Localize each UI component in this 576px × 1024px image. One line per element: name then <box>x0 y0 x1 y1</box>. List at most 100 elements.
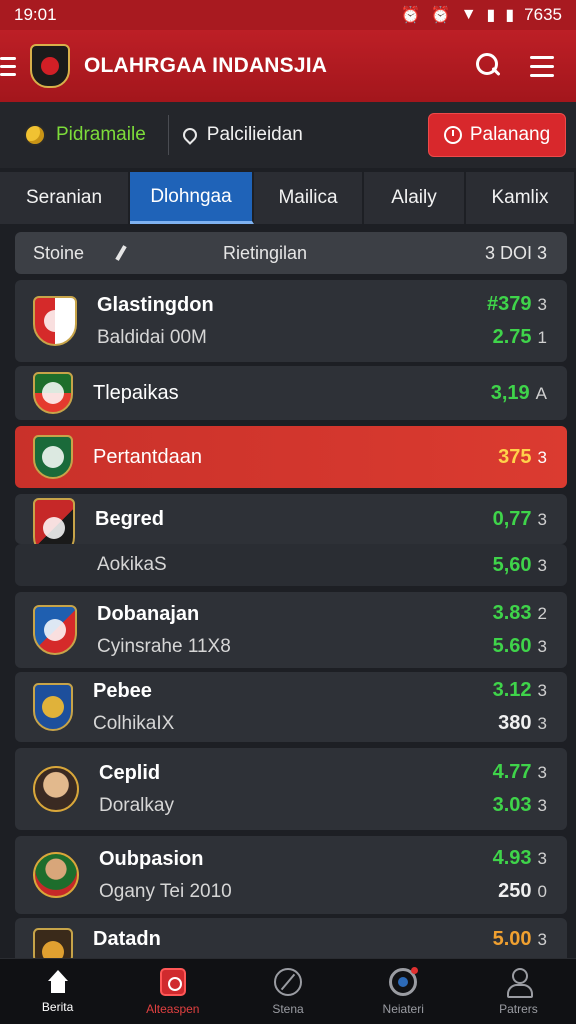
live-filter-label: Pidramaile <box>56 124 146 145</box>
team-subtitle: ColhikaIX <box>93 712 175 734</box>
odds-value: 4.93 <box>492 847 532 869</box>
list-header-mid: Rietingilan <box>223 242 308 263</box>
divider <box>167 115 169 155</box>
team-crest-icon <box>33 372 73 414</box>
home-icon <box>45 969 71 994</box>
odds-suffix: 2 <box>537 604 547 623</box>
search-icon[interactable] <box>476 53 502 79</box>
status-right-text: 7635 <box>524 5 562 24</box>
nav-alteaspen[interactable]: Alteaspen <box>115 959 230 1024</box>
list-item[interactable]: Begred 0,77 3 <box>15 494 567 558</box>
odds-value: #379 <box>487 293 532 315</box>
tab-seranian[interactable]: Seranian <box>0 172 130 224</box>
nav-patrers[interactable]: Patrers <box>461 959 576 1024</box>
tab-kamlix[interactable]: Kamlix <box>466 172 576 224</box>
odds-value-secondary: 250 <box>498 880 532 902</box>
live-filter[interactable]: Pidramaile <box>24 124 146 146</box>
team-crest-icon <box>33 605 77 655</box>
list-item[interactable]: AokikaS 5,60 3 <box>15 544 567 586</box>
tab-label: Kamlix <box>491 187 549 208</box>
menu-icon[interactable] <box>0 30 26 102</box>
odds-suffix: 3 <box>537 637 547 656</box>
nav-label: Patrers <box>499 1001 538 1016</box>
list-header-right: 3 DOI 3 <box>484 242 547 263</box>
team-name: Begred <box>95 507 164 530</box>
odds-suffix: 1 <box>537 328 547 347</box>
odds-value: 3.83 <box>492 602 532 624</box>
team-crest-icon <box>33 296 77 346</box>
list-item[interactable]: Pebee ColhikaIX 3.12 3 380 3 <box>15 672 567 742</box>
nav-stena[interactable]: Stena <box>230 959 345 1024</box>
list-item[interactable]: Tlepaikas 3,19 A <box>15 366 567 420</box>
list-item[interactable]: Glastingdon Baldidai 00M #379 3 2.75 1 <box>15 280 567 362</box>
status-time: 19:01 <box>14 5 57 24</box>
location-filter[interactable]: Palcilieidan <box>179 124 428 146</box>
team-name: Ceplid <box>99 761 161 784</box>
team-name: Oubpasion <box>99 847 204 870</box>
tab-label: Dlohngaa <box>150 185 232 207</box>
nav-neiateri[interactable]: Neiateri <box>346 959 461 1024</box>
tab-label: Seranian <box>25 187 103 208</box>
list-item[interactable]: Dobanajan Cyinsrahe 11X8 3.83 2 5.60 3 <box>15 592 567 668</box>
odds-suffix: 3 <box>537 509 547 529</box>
cta-button-label: Palanang <box>469 124 551 145</box>
filter-row: Pidramaile Palcilieidan Palanang <box>0 102 576 168</box>
tab-label: Alaily <box>391 187 437 208</box>
odds-suffix: 3 <box>537 447 547 467</box>
tab-alaily[interactable]: Alaily <box>364 172 466 224</box>
app-bar: OLAHRGAA INDANSJIA <box>0 30 576 102</box>
odds-value-secondary: 380 <box>498 712 532 734</box>
menu-icon[interactable] <box>530 55 554 77</box>
team-subtitle: Baldidai 00M <box>97 326 207 348</box>
tab-mailica[interactable]: Mailica <box>254 172 364 224</box>
list-item[interactable]: Oubpasion Ogany Tei 2010 4.93 3 250 0 <box>15 836 567 914</box>
player-avatar <box>33 852 79 898</box>
list-item[interactable]: Ceplid Doralkay 4.77 3 3.03 3 <box>15 748 567 830</box>
target-icon <box>389 966 419 996</box>
alarm-icon: ⏰ <box>430 7 451 24</box>
ball-icon <box>24 124 46 146</box>
odds-suffix: 3 <box>537 763 547 782</box>
team-crest-icon <box>33 683 73 731</box>
bolt-icon <box>274 967 302 996</box>
list-item-highlighted[interactable]: Pertantdaan 375 3 <box>15 426 567 488</box>
nav-label: Neiateri <box>382 1001 424 1016</box>
odds-suffix: 3 <box>537 849 547 868</box>
team-name: Pebee <box>93 679 152 702</box>
status-icons: ⏰ ⏰ ▼ ▮ ▮ 7635 <box>401 5 562 25</box>
odds-suffix: 3 <box>537 930 547 949</box>
list-header: Stoine Rietingilan 3 DOI 3 <box>15 232 567 274</box>
team-name: Pertantdaan <box>93 445 202 468</box>
team-crest-icon <box>33 435 73 479</box>
nav-berita[interactable]: Berita <box>0 959 115 1024</box>
bottom-nav: Berita Alteaspen Stena Neiateri Patrers <box>0 958 576 1024</box>
app-title: OLAHRGAA INDANSJIA <box>84 54 328 77</box>
odds-suffix: 3 <box>537 295 547 314</box>
nav-label: Alteaspen <box>146 1001 200 1016</box>
odds-value: 4.77 <box>492 761 532 783</box>
nav-label: Berita <box>41 999 74 1014</box>
odds-value: 3,19 <box>490 381 530 404</box>
team-subtitle: Cyinsrahe 11X8 <box>97 635 231 657</box>
cta-button[interactable]: Palanang <box>428 113 566 157</box>
status-bar: 19:01 ⏰ ⏰ ▼ ▮ ▮ 7635 <box>0 0 576 30</box>
player-avatar <box>33 766 79 812</box>
odds-value: 375 <box>498 445 532 468</box>
profile-icon <box>505 967 534 998</box>
team-name: Glastingdon <box>97 293 214 316</box>
odds-value-secondary: 5.60 <box>492 635 532 657</box>
odds-value: 5.00 <box>492 928 532 950</box>
odds-value: 3.12 <box>492 679 532 701</box>
odds-suffix: 3 <box>537 555 547 575</box>
team-logo <box>30 44 70 88</box>
team-subtitle: Ogany Tei 2010 <box>99 880 232 902</box>
odds-suffix: 3 <box>537 714 547 733</box>
tab-label: Mailica <box>278 187 338 208</box>
odds-suffix: A <box>535 383 547 403</box>
tab-dlohngaa[interactable]: Dlohngaa <box>130 172 254 224</box>
clock-icon <box>443 126 462 144</box>
odds-value: 0,77 <box>492 507 532 530</box>
location-filter-label: Palcilieidan <box>206 124 303 145</box>
wifi-icon: ▼ <box>460 6 477 23</box>
odds-value-secondary: 2.75 <box>492 326 532 348</box>
